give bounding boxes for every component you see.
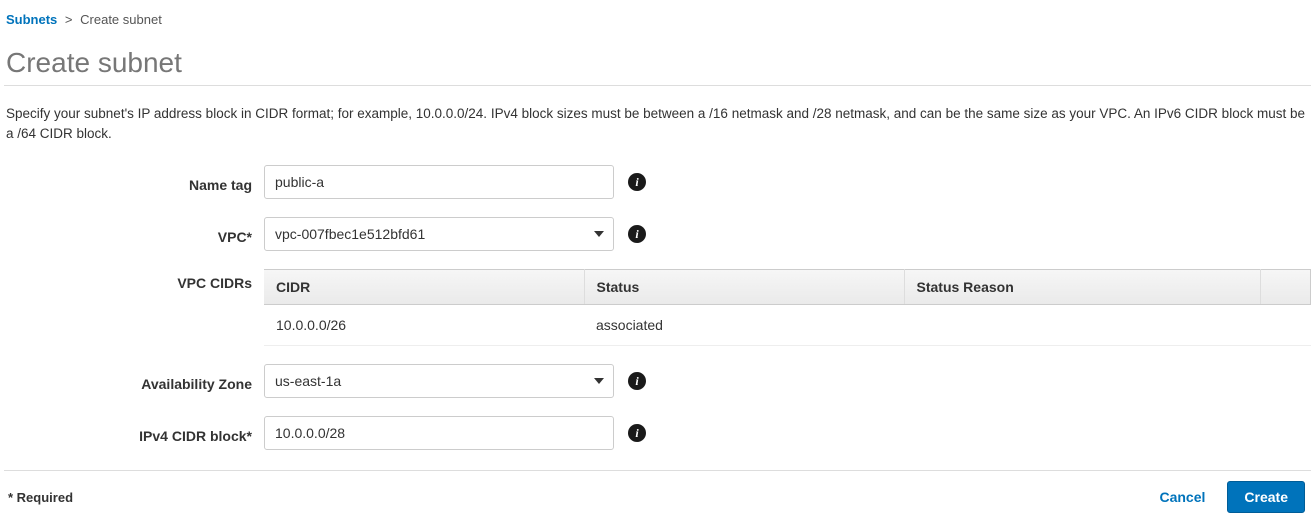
info-icon[interactable]: i <box>628 225 646 243</box>
cancel-button[interactable]: Cancel <box>1155 483 1209 511</box>
info-icon[interactable]: i <box>628 173 646 191</box>
footer-actions: Cancel Create <box>1155 481 1305 513</box>
cell-cidr: 10.0.0.0/26 <box>264 305 584 346</box>
label-name-tag: Name tag <box>4 171 264 193</box>
cell-status-reason <box>904 305 1261 346</box>
label-vpc-cidrs: VPC CIDRs <box>4 269 264 291</box>
vpc-select-value: vpc-007fbec1e512bfd61 <box>264 217 614 251</box>
label-az: Availability Zone <box>4 370 264 392</box>
col-status-reason: Status Reason <box>904 270 1261 305</box>
cell-status: associated <box>584 305 904 346</box>
vpc-select[interactable]: vpc-007fbec1e512bfd61 <box>264 217 614 251</box>
row-vpc-cidrs: VPC CIDRs CIDR Status Status Reason 10.0… <box>4 269 1311 346</box>
breadcrumb: Subnets > Create subnet <box>4 12 1311 27</box>
ipv4-cidr-input[interactable] <box>264 416 614 450</box>
label-ipv4: IPv4 CIDR block* <box>4 422 264 444</box>
required-note: * Required <box>8 490 73 505</box>
footer-bar: * Required Cancel Create <box>4 470 1311 521</box>
create-button[interactable]: Create <box>1227 481 1305 513</box>
breadcrumb-current: Create subnet <box>80 12 162 27</box>
az-select[interactable]: us-east-1a <box>264 364 614 398</box>
vpc-cidrs-table: CIDR Status Status Reason 10.0.0.0/26 as… <box>264 269 1311 346</box>
page-title: Create subnet <box>4 47 1311 86</box>
row-ipv4: IPv4 CIDR block* i <box>4 416 1311 450</box>
label-vpc: VPC* <box>4 223 264 245</box>
col-cidr: CIDR <box>264 270 584 305</box>
col-spacer <box>1261 270 1311 305</box>
breadcrumb-separator: > <box>65 12 73 27</box>
info-icon[interactable]: i <box>628 424 646 442</box>
col-status: Status <box>584 270 904 305</box>
page-description: Specify your subnet's IP address block i… <box>4 104 1311 143</box>
az-select-value: us-east-1a <box>264 364 614 398</box>
breadcrumb-parent-link[interactable]: Subnets <box>6 12 57 27</box>
row-name-tag: Name tag i <box>4 165 1311 199</box>
row-vpc: VPC* vpc-007fbec1e512bfd61 i <box>4 217 1311 251</box>
row-az: Availability Zone us-east-1a i <box>4 364 1311 398</box>
table-row: 10.0.0.0/26 associated <box>264 305 1311 346</box>
name-tag-input[interactable] <box>264 165 614 199</box>
cell-spacer <box>1261 305 1311 346</box>
info-icon[interactable]: i <box>628 372 646 390</box>
